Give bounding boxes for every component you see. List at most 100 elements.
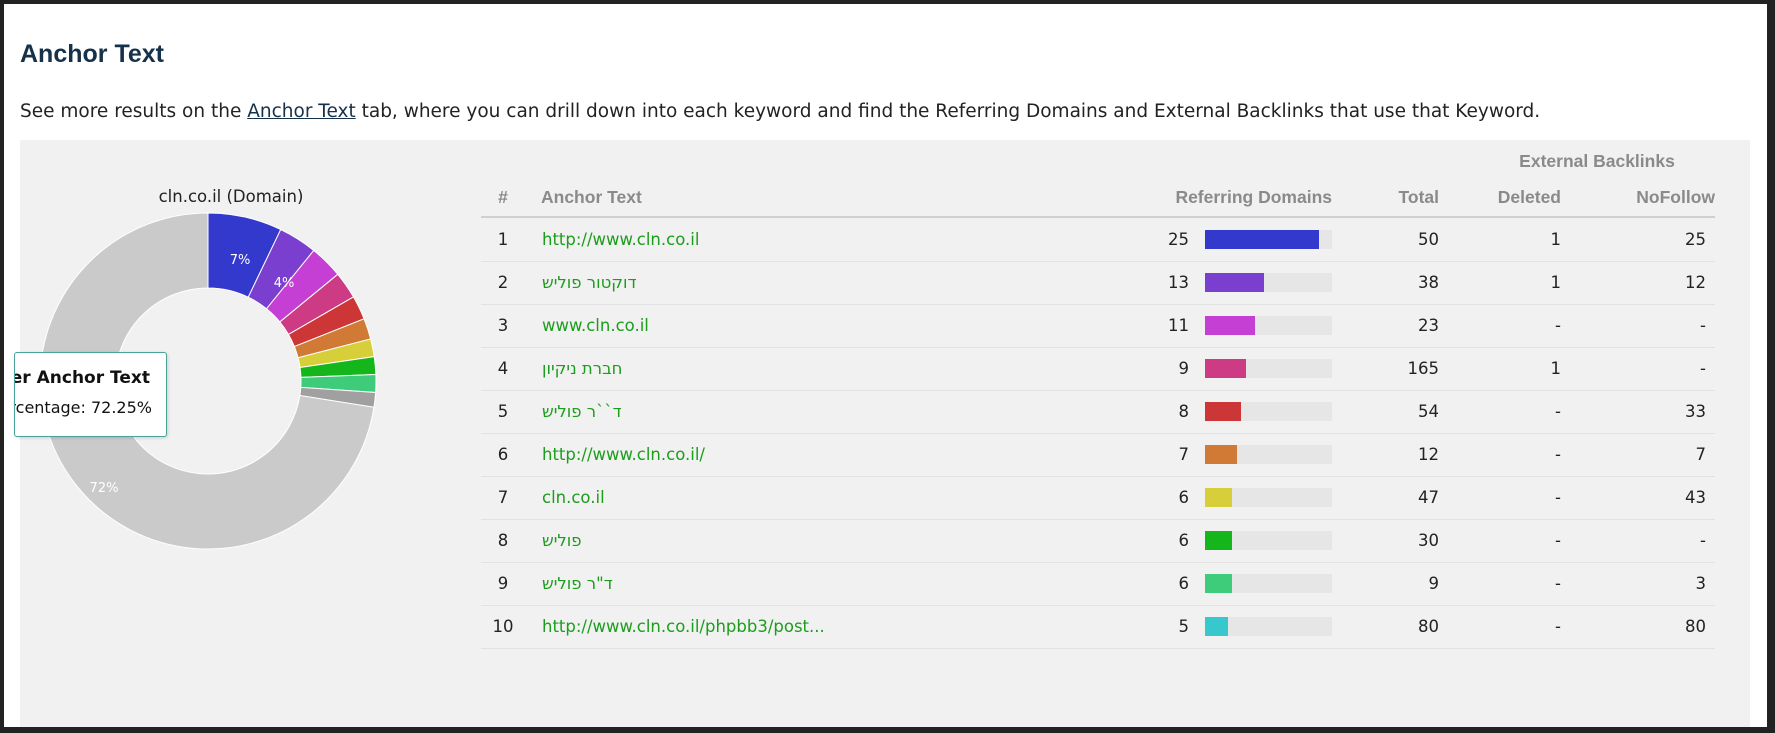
referring-domains-bar [1205, 445, 1332, 464]
referring-domains-bar [1205, 230, 1332, 249]
referring-domains-bar-fill [1205, 230, 1319, 249]
anchor-text-link[interactable]: ד``ר פוליש [542, 390, 622, 433]
anchor-text-link[interactable]: פוליש [542, 519, 582, 562]
section-title: Anchor Text [20, 40, 164, 68]
header-nofollow[interactable]: NoFollow [1571, 187, 1715, 208]
deleted-backlinks: 1 [1550, 359, 1562, 378]
referring-domains-count: 25 [1168, 230, 1189, 249]
row-number: 7 [497, 488, 509, 507]
table-row: 4 חברת ניקיון 9 165 1 - [481, 347, 1715, 391]
referring-domains-count: 11 [1168, 316, 1189, 335]
anchor-text-link[interactable]: דוקטור פוליש [542, 261, 637, 304]
nofollow-backlinks: - [1700, 531, 1706, 550]
row-number: 9 [497, 574, 509, 593]
table-row: 3 www.cln.co.il 11 23 - - [481, 304, 1715, 348]
table-row: 7 cln.co.il 6 47 - 43 [481, 476, 1715, 520]
header-deleted[interactable]: Deleted [1461, 187, 1561, 208]
table-row: 2 דוקטור פוליש 13 38 1 12 [481, 261, 1715, 305]
total-backlinks: 30 [1418, 531, 1439, 550]
intro-text: See more results on the Anchor Text tab,… [20, 101, 1540, 122]
nofollow-backlinks: 3 [1695, 574, 1707, 593]
referring-domains-bar-fill [1205, 531, 1232, 550]
row-number: 3 [497, 316, 509, 335]
referring-domains-bar [1205, 316, 1332, 335]
row-number: 5 [497, 402, 509, 421]
nofollow-backlinks: 25 [1685, 230, 1706, 249]
external-backlinks-group-header: External Backlinks [1519, 151, 1675, 171]
deleted-backlinks: - [1555, 617, 1561, 636]
total-backlinks: 9 [1428, 574, 1440, 593]
referring-domains-bar-fill [1205, 359, 1246, 378]
referring-domains-bar [1205, 359, 1332, 378]
table-row: 10 http://www.cln.co.il/phpbb3/post... 5 80… [481, 605, 1715, 649]
total-backlinks: 50 [1418, 230, 1439, 249]
nofollow-backlinks: 80 [1685, 617, 1706, 636]
nofollow-backlinks: - [1700, 316, 1706, 335]
anchor-text-link[interactable]: ד"ר פוליש [542, 562, 613, 605]
intro-text-before: See more results on the [20, 101, 248, 122]
referring-domains-bar-fill [1205, 273, 1264, 292]
anchor-text-link[interactable]: www.cln.co.il [542, 304, 649, 347]
header-num: # [498, 187, 508, 207]
deleted-backlinks: - [1555, 488, 1561, 507]
anchor-text-link[interactable]: http://www.cln.co.il [542, 218, 699, 261]
anchor-text-panel: cln.co.il (Domain) 7%4%72% Other Anchor … [14, 140, 1750, 727]
anchor-text-link[interactable]: חברת ניקיון [542, 347, 622, 390]
referring-domains-bar-fill [1205, 402, 1241, 421]
table-row: 1 http://www.cln.co.il 25 50 1 25 [481, 218, 1715, 262]
referring-domains-count: 9 [1178, 359, 1190, 378]
deleted-backlinks: - [1555, 574, 1561, 593]
anchor-text-table: External Backlinks # Anchor Text Referri… [20, 140, 1750, 727]
table-row: 9 ד"ר פוליש 6 9 - 3 [481, 562, 1715, 606]
report-frame: Anchor Text See more results on the Anch… [4, 4, 1767, 727]
row-number: 6 [497, 445, 509, 464]
referring-domains-bar [1205, 488, 1332, 507]
referring-domains-bar-fill [1205, 617, 1228, 636]
anchor-text-link[interactable]: http://www.cln.co.il/phpbb3/post... [542, 605, 825, 648]
referring-domains-bar-fill [1205, 445, 1237, 464]
referring-domains-bar [1205, 531, 1332, 550]
anchor-text-tab-link[interactable]: Anchor Text [247, 101, 356, 122]
anchor-text-link[interactable]: http://www.cln.co.il/ [542, 433, 705, 476]
referring-domains-bar-fill [1205, 488, 1232, 507]
row-number: 8 [497, 531, 509, 550]
table-row: 8 פוליש 6 30 - - [481, 519, 1715, 563]
deleted-backlinks: 1 [1550, 273, 1562, 292]
referring-domains-count: 7 [1178, 445, 1190, 464]
table-row: 5 ד``ר פוליש 8 54 - 33 [481, 390, 1715, 434]
total-backlinks: 54 [1418, 402, 1439, 421]
deleted-backlinks: - [1555, 531, 1561, 550]
nofollow-backlinks: 7 [1695, 445, 1707, 464]
referring-domains-bar [1205, 574, 1332, 593]
table-row: 6 http://www.cln.co.il/7 12 - 7 [481, 433, 1715, 477]
referring-domains-bar [1205, 617, 1332, 636]
referring-domains-count: 5 [1178, 617, 1190, 636]
referring-domains-count: 6 [1178, 488, 1190, 507]
header-total[interactable]: Total [1351, 187, 1439, 208]
nofollow-backlinks: - [1700, 359, 1706, 378]
referring-domains-count: 6 [1178, 574, 1190, 593]
anchor-text-link[interactable]: cln.co.il [542, 476, 605, 519]
header-anchor-text[interactable]: Anchor Text [541, 187, 642, 208]
total-backlinks: 47 [1418, 488, 1439, 507]
total-backlinks: 165 [1407, 359, 1440, 378]
deleted-backlinks: - [1555, 445, 1561, 464]
deleted-backlinks: - [1555, 316, 1561, 335]
nofollow-backlinks: 43 [1685, 488, 1706, 507]
deleted-backlinks: 1 [1550, 230, 1562, 249]
referring-domains-bar-fill [1205, 574, 1232, 593]
intro-text-after: tab, where you can drill down into each … [355, 101, 1541, 122]
nofollow-backlinks: 12 [1685, 273, 1706, 292]
header-referring-domains[interactable]: Referring Domains [1152, 187, 1332, 208]
deleted-backlinks: - [1555, 402, 1561, 421]
row-number: 4 [497, 359, 509, 378]
total-backlinks: 23 [1418, 316, 1439, 335]
referring-domains-count: 13 [1168, 273, 1189, 292]
total-backlinks: 12 [1418, 445, 1439, 464]
referring-domains-bar [1205, 273, 1332, 292]
referring-domains-bar [1205, 402, 1332, 421]
total-backlinks: 38 [1418, 273, 1439, 292]
total-backlinks: 80 [1418, 617, 1439, 636]
referring-domains-count: 6 [1178, 531, 1190, 550]
referring-domains-count: 8 [1178, 402, 1190, 421]
